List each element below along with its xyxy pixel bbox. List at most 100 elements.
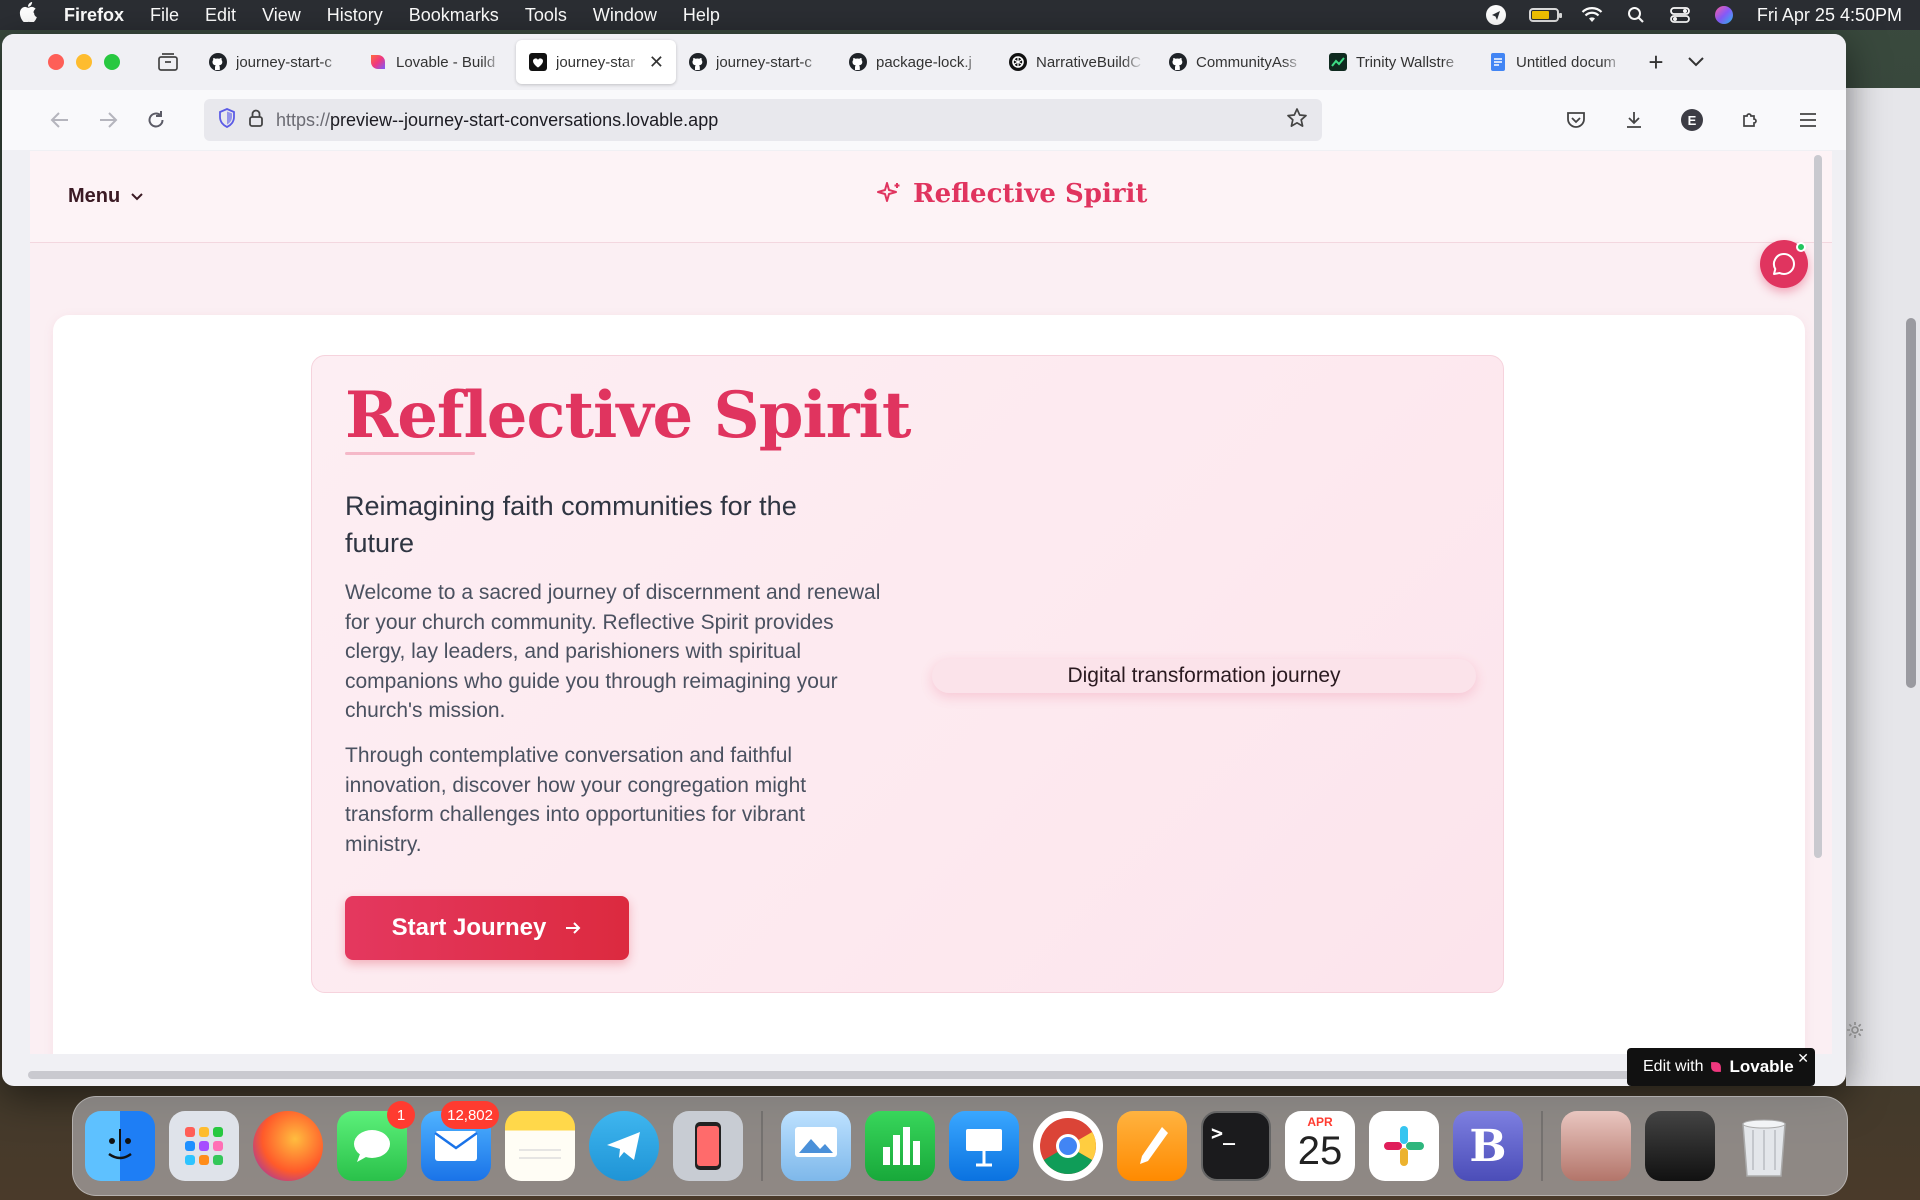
edit-with-lovable-badge[interactable]: Edit with Lovable ✕ (1627, 1048, 1815, 1086)
bookmark-star-icon[interactable] (1286, 107, 1308, 134)
tab-journey-start-2[interactable]: journey-start-c (676, 40, 836, 84)
menu-window[interactable]: Window (593, 5, 657, 26)
tab-package-lock[interactable]: package-lock.j (836, 40, 996, 84)
minimize-window-button[interactable] (76, 54, 92, 70)
start-journey-button[interactable]: Start Journey (345, 896, 629, 960)
firefox-view-icon[interactable] (148, 42, 188, 82)
chat-button[interactable] (1760, 240, 1808, 288)
calendar-app-icon[interactable]: APR 25 (1285, 1111, 1355, 1181)
hero-card: Reflective Spirit Reimagining faith comm… (311, 355, 1504, 993)
trash-icon[interactable] (1729, 1111, 1799, 1181)
new-tab-button[interactable]: + (1636, 42, 1676, 82)
page-viewport: Menu Reflective Spirit Reflective Spirit… (30, 151, 1832, 1054)
url-host: preview--journey-start-conversations.lov… (330, 109, 719, 130)
pages-app-icon[interactable] (1117, 1111, 1187, 1181)
terminal-app-icon[interactable]: >_ (1201, 1111, 1271, 1181)
tab-trinity-wallstreet[interactable]: Trinity Wallstre (1316, 40, 1476, 84)
menu-view[interactable]: View (262, 5, 301, 26)
menu-file[interactable]: File (150, 5, 179, 26)
docs-icon (1488, 52, 1508, 72)
menu-help[interactable]: Help (683, 5, 720, 26)
messages-badge: 1 (387, 1101, 415, 1129)
tab-untitled-document[interactable]: Untitled docum (1476, 40, 1636, 84)
tab-community-ass[interactable]: CommunityAss (1156, 40, 1316, 84)
calendar-month: APR (1307, 1115, 1333, 1129)
zoom-window-button[interactable] (104, 54, 120, 70)
app-icon (1328, 52, 1348, 72)
finder-icon[interactable] (85, 1111, 155, 1181)
lovable-heart-icon (1711, 1062, 1722, 1072)
tab-label: Lovable - Build (396, 53, 496, 71)
launchpad-icon[interactable] (169, 1111, 239, 1181)
iphone-mirroring-icon[interactable] (673, 1111, 743, 1181)
title-underline (345, 452, 475, 455)
back-button[interactable] (36, 100, 84, 140)
window-controls (48, 54, 120, 70)
messages-app-icon[interactable]: 1 (337, 1101, 415, 1181)
chrome-app-icon[interactable] (1033, 1111, 1103, 1181)
firefox-app-icon[interactable] (253, 1111, 323, 1181)
horizontal-scrollbar[interactable] (28, 1071, 1708, 1079)
forward-button[interactable] (84, 100, 132, 140)
lovable-icon (368, 52, 388, 72)
menu-tools[interactable]: Tools (525, 5, 567, 26)
menu-history[interactable]: History (327, 5, 383, 26)
list-all-tabs-button[interactable] (1676, 42, 1716, 82)
bbedit-app-icon[interactable]: B (1453, 1111, 1523, 1181)
keynote-app-icon[interactable] (949, 1111, 1019, 1181)
close-tab-icon[interactable]: ✕ (649, 52, 664, 73)
telegram-app-icon[interactable] (589, 1111, 659, 1181)
tab-narrative-build[interactable]: NarrativeBuildC (996, 40, 1156, 84)
control-center-icon[interactable] (1669, 4, 1691, 26)
siri-icon[interactable] (1713, 4, 1735, 26)
notes-app-icon[interactable] (505, 1111, 575, 1181)
spotlight-search-icon[interactable] (1625, 4, 1647, 26)
reload-button[interactable] (132, 100, 180, 140)
tab-journey-start-active[interactable]: journey-star ✕ (516, 40, 676, 84)
firefox-window: journey-start-c Lovable - Build journey-… (2, 34, 1846, 1086)
downloads-icon[interactable] (1610, 100, 1658, 140)
tab-lovable-build[interactable]: Lovable - Build (356, 40, 516, 84)
account-icon[interactable]: E (1668, 100, 1716, 140)
site-logo[interactable]: Reflective Spirit (875, 179, 1147, 209)
preview-app-icon[interactable] (781, 1111, 851, 1181)
hero-subtitle: Reimagining faith communities for the fu… (345, 491, 797, 558)
apple-icon[interactable] (18, 2, 38, 28)
pocket-icon[interactable] (1552, 100, 1600, 140)
hero-paragraph-welcome: Welcome to a sacred journey of discernme… (345, 581, 881, 722)
badge-prefix: Edit with (1643, 1058, 1704, 1075)
recent-screenshot-icon[interactable] (1645, 1111, 1715, 1181)
background-window-edge (1846, 88, 1920, 1086)
menubar-datetime[interactable]: Fri Apr 25 4:50PM (1757, 5, 1902, 26)
extensions-icon[interactable] (1726, 100, 1774, 140)
numbers-app-icon[interactable] (865, 1111, 935, 1181)
hamburger-menu-icon[interactable] (1784, 100, 1832, 140)
badge-brand: Lovable (1729, 1057, 1794, 1076)
openai-icon (1008, 52, 1028, 72)
macos-menubar: Firefox File Edit View History Bookmarks… (0, 0, 1920, 30)
menu-firefox[interactable]: Firefox (64, 5, 124, 26)
mail-badge: 12,802 (441, 1101, 499, 1129)
lock-icon[interactable] (248, 108, 264, 133)
menu-bookmarks[interactable]: Bookmarks (409, 5, 499, 26)
recent-photo-icon[interactable] (1561, 1111, 1631, 1181)
url-bar[interactable]: https://preview--journey-start-conversat… (204, 99, 1322, 141)
location-arrow-icon[interactable] (1485, 4, 1507, 26)
mail-app-icon[interactable]: 12,802 (421, 1101, 499, 1181)
tab-journey-start-1[interactable]: journey-start-c (196, 40, 356, 84)
online-status-dot (1796, 242, 1806, 252)
url-protocol: https:// (276, 109, 331, 130)
tab-bar: journey-start-c Lovable - Build journey-… (2, 34, 1846, 90)
background-window-scrollbar (1906, 318, 1916, 688)
gear-icon[interactable] (1845, 1020, 1865, 1045)
close-badge-icon[interactable]: ✕ (1797, 1050, 1809, 1067)
wifi-icon[interactable] (1581, 4, 1603, 26)
close-window-button[interactable] (48, 54, 64, 70)
menu-edit[interactable]: Edit (205, 5, 236, 26)
battery-icon[interactable] (1528, 8, 1562, 22)
logo-text: Reflective Spirit (913, 179, 1148, 209)
site-menu-button[interactable]: Menu (68, 185, 144, 208)
vertical-scrollbar[interactable] (1814, 155, 1822, 858)
slack-app-icon[interactable] (1369, 1111, 1439, 1181)
tracking-protection-shield-icon[interactable] (218, 107, 236, 133)
